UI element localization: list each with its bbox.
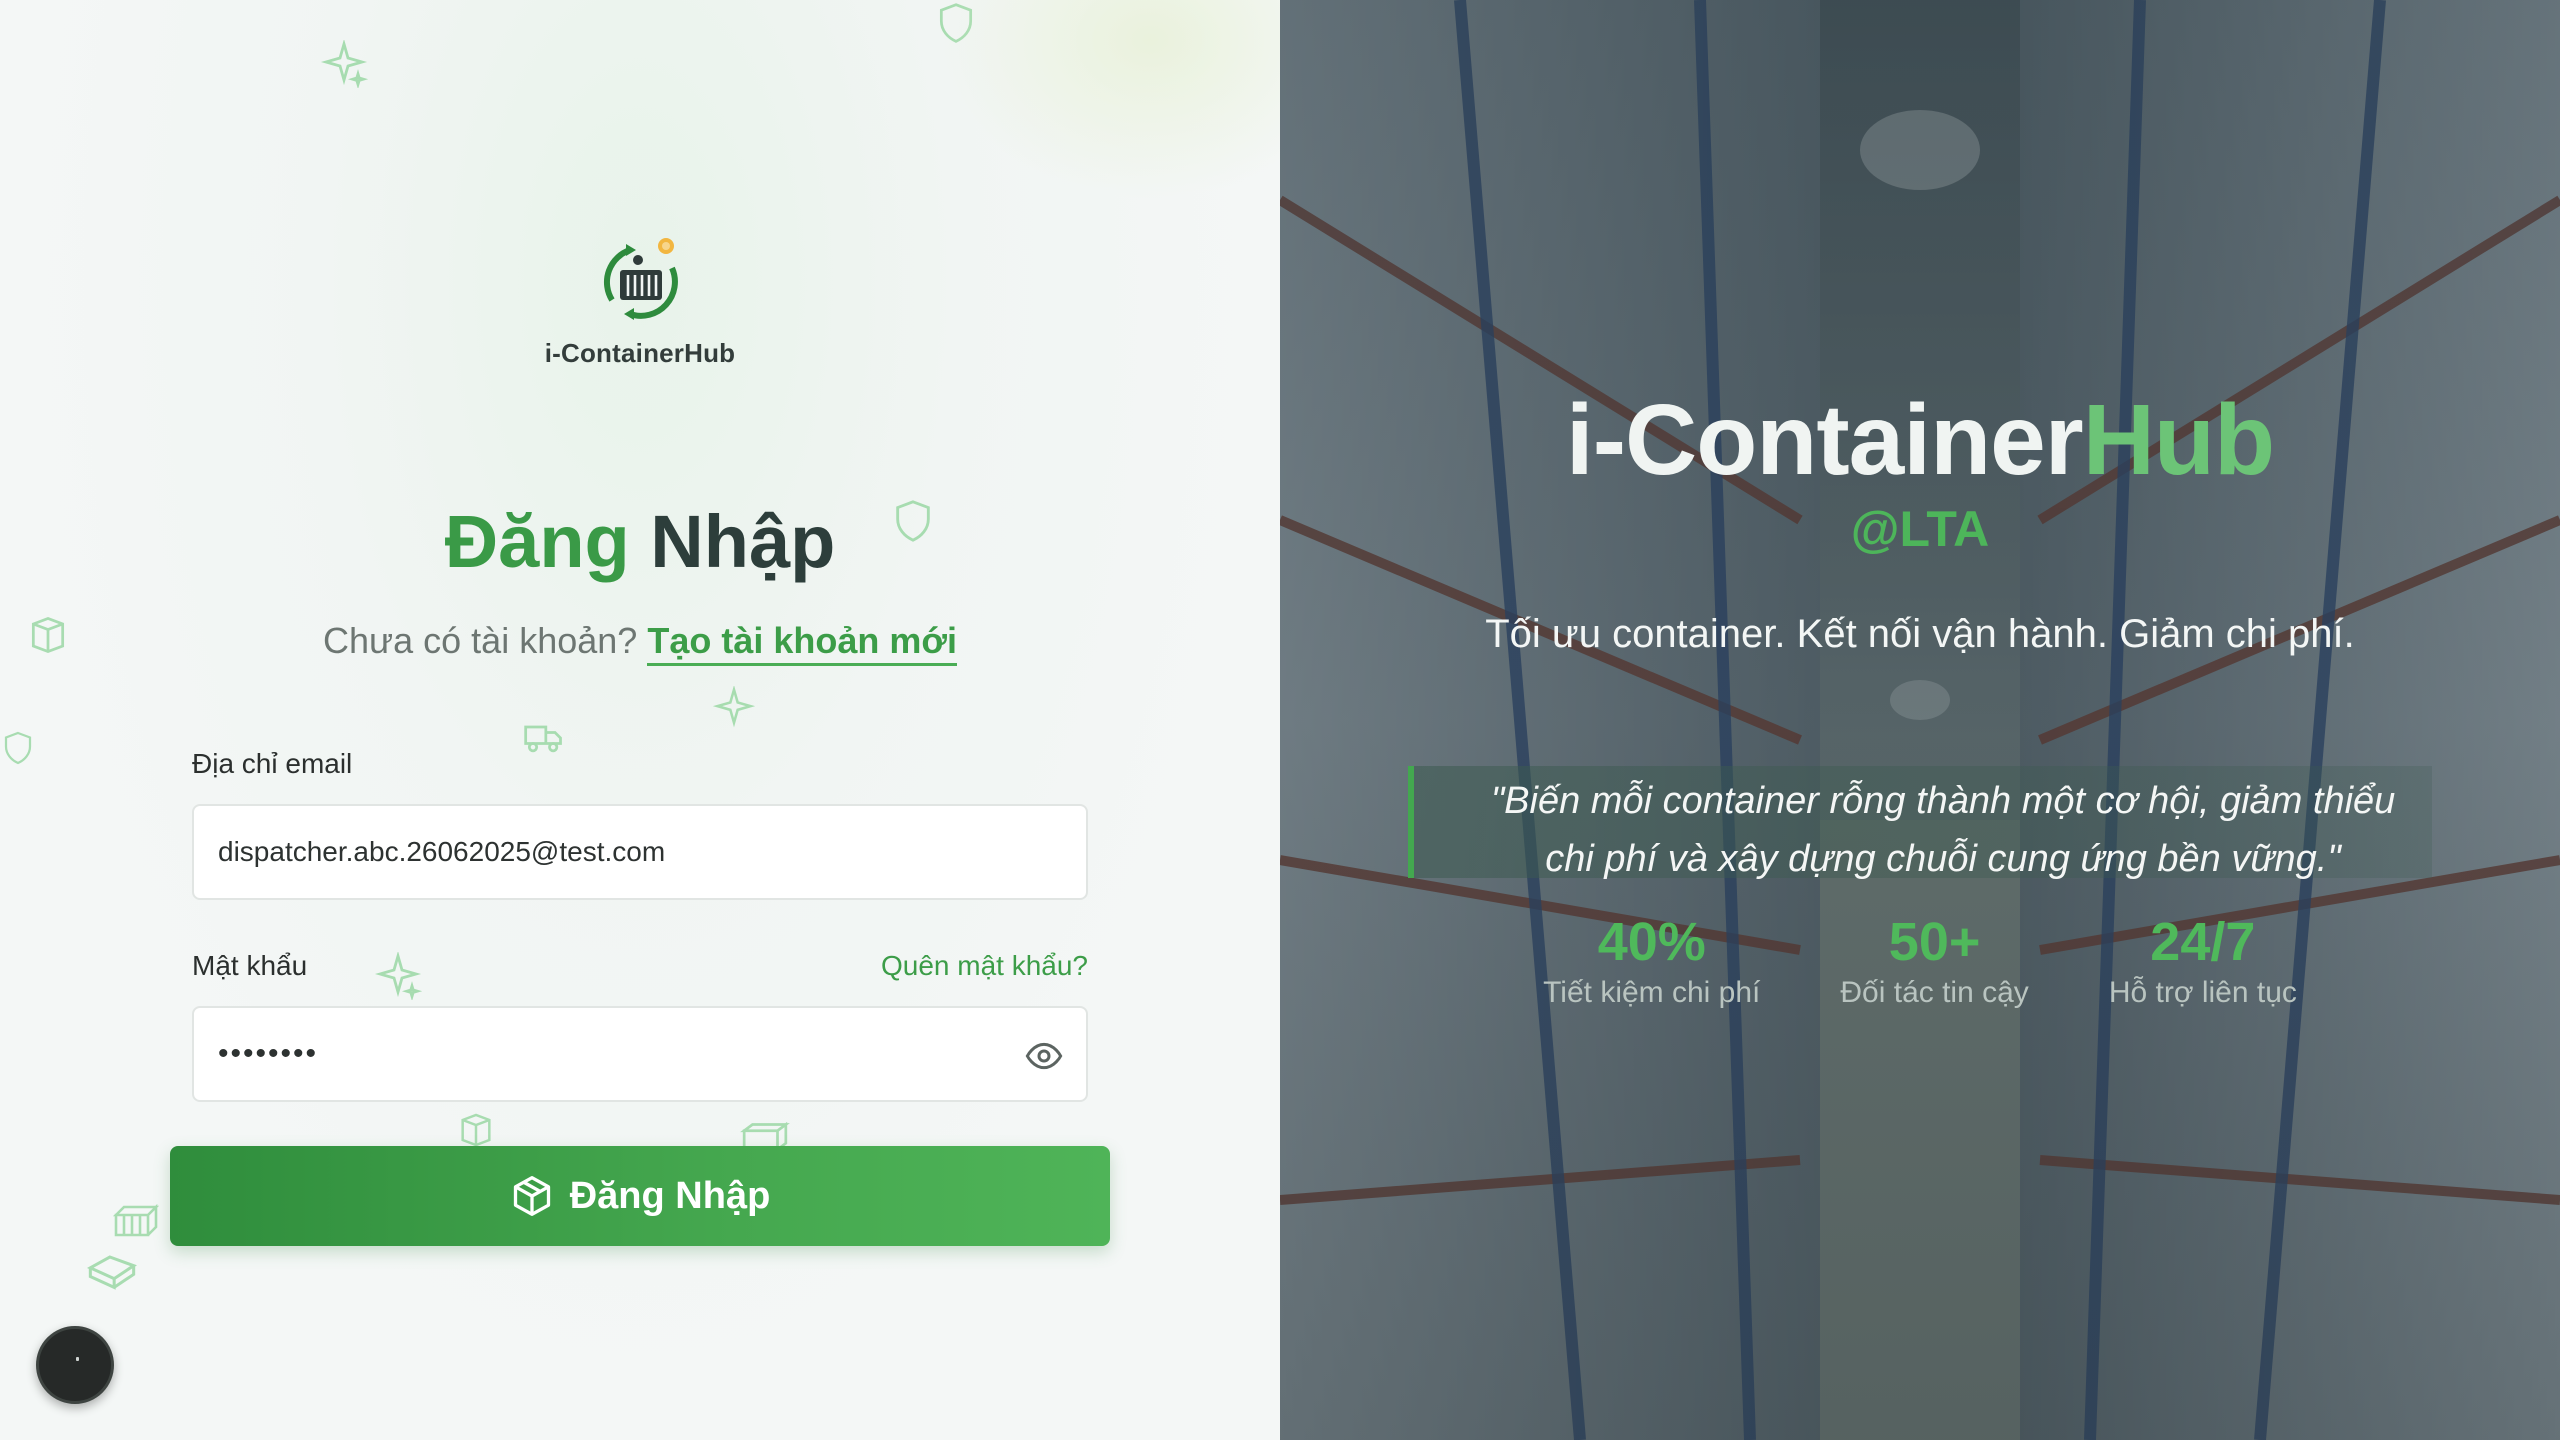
email-label: Địa chỉ email [192, 748, 353, 779]
email-value: dispatcher.abc.26062025@test.com [218, 836, 666, 867]
signup-prompt-text: Chưa có tài khoản? [323, 620, 638, 661]
stat-item: 24/7 Hỗ trợ liên tục [2109, 910, 2297, 1010]
password-field[interactable]: •••••••• [192, 1006, 1088, 1102]
login-panel: i-ContainerHub Đăng Nhập Chưa có tài kho… [0, 0, 1280, 1440]
show-password-eye-icon[interactable] [1024, 1036, 1064, 1076]
title-part-2: Nhập [650, 500, 836, 583]
container-icon [112, 1202, 160, 1240]
stat-value: 50+ [1888, 912, 1981, 972]
hero-tagline: Tối ưu container. Kết nối vận hành. Giảm… [1485, 612, 2355, 656]
hero-title-part-1: i-Container [1565, 384, 2084, 496]
package-icon [454, 1110, 498, 1150]
login-button[interactable]: Đăng Nhập [170, 1146, 1110, 1246]
forgot-password-link[interactable]: Quên mật khẩu? [881, 950, 1088, 982]
hero-stats: 40% Tiết kiệm chi phí 50+ Đối tác tin cậ… [1280, 910, 2560, 1010]
package-icon [86, 1250, 138, 1290]
stat-value: 24/7 [2150, 912, 2256, 972]
hero-quote-text: "Biến mỗi container rỗng thành một cơ hộ… [1490, 780, 2396, 880]
truck-icon [520, 716, 568, 760]
logo-text: i-ContainerHub [544, 338, 736, 368]
hero-panel: i-ContainerHub @LTA Tối ưu container. Kế… [1280, 0, 2560, 1440]
help-chat-button[interactable] [36, 1326, 114, 1404]
sparkle-icon [708, 686, 760, 730]
signup-prompt: Chưa có tài khoản? Tạo tài khoản mới [0, 620, 1280, 666]
package-icon [510, 1174, 554, 1218]
shield-icon [934, 0, 978, 46]
sparkle-icon [320, 40, 368, 88]
stat-label: Tiết kiệm chi phí [1543, 976, 1761, 1009]
dark-overlay [1280, 0, 2560, 1440]
sparkle-icon [374, 952, 422, 1000]
stat-value: 40% [1597, 912, 1706, 972]
password-value: •••••••• [218, 1037, 319, 1070]
password-label: Mật khẩu [192, 950, 308, 981]
stat-item: 50+ Đối tác tin cậy [1840, 910, 2028, 1010]
create-account-link[interactable]: Tạo tài khoản mới [647, 620, 957, 666]
hero-title-part-2: Hub [2082, 384, 2275, 496]
title-part-1: Đăng [444, 500, 630, 583]
shield-icon [0, 726, 36, 770]
hero-quote: "Biến mỗi container rỗng thành một cơ hộ… [1408, 766, 2432, 880]
hero-handle: @LTA [1850, 501, 1990, 557]
email-field[interactable]: dispatcher.abc.26062025@test.com [192, 804, 1088, 900]
page-title: Đăng Nhập [0, 492, 1280, 592]
container-hub-logo-icon [590, 230, 690, 330]
login-button-label: Đăng Nhập [569, 1174, 771, 1217]
stat-item: 40% Tiết kiệm chi phí [1543, 910, 1760, 1010]
stat-label: Đối tác tin cậy [1840, 976, 2029, 1009]
hero-title: i-ContainerHub [1280, 382, 2560, 498]
brand-logo: i-ContainerHub [540, 230, 740, 369]
stat-label: Hỗ trợ liên tục [2108, 976, 2297, 1009]
